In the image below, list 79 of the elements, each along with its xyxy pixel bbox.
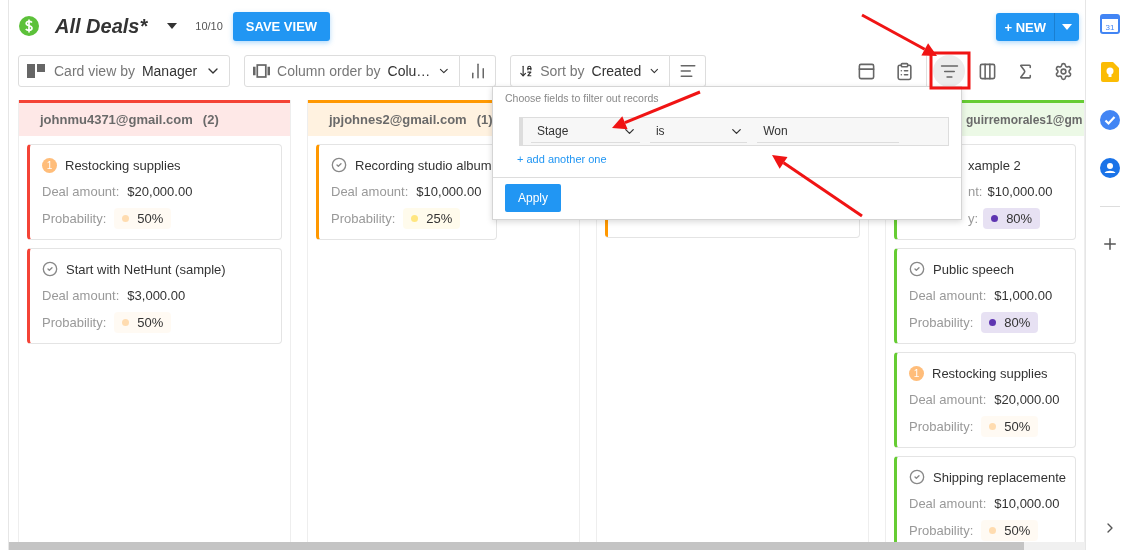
deal-title: xample 2 — [968, 157, 1021, 173]
column-count: (2) — [202, 112, 219, 127]
column-title: jpjohnes2@gmail.com — [329, 112, 467, 127]
operator-select[interactable]: is — [649, 120, 748, 143]
calendar-day: 31 — [1105, 22, 1115, 32]
count-badge: 1 — [909, 365, 924, 381]
probability-tag: 50% — [981, 520, 1039, 541]
field-label: Probability: — [331, 211, 396, 226]
filter-hint: Choose fields to filter out records — [505, 92, 659, 104]
deal-amount: $10,000.00 — [987, 183, 1053, 199]
field-label: Deal amount: — [909, 495, 987, 511]
field-label: Deal amount: — [42, 183, 120, 199]
deal-amount: $20,000.00 — [127, 183, 193, 199]
deal-card[interactable]: Start with NetHunt (sample) Deal amount: $3,000.00 Probability: 50% — [27, 248, 282, 344]
probability-tag: 50% — [114, 312, 172, 333]
sort-direction-button[interactable] — [670, 55, 706, 87]
field-label: Probability: — [42, 315, 107, 330]
deal-amount: $3,000.00 — [127, 287, 186, 303]
check-circle-icon — [1100, 110, 1120, 130]
field-label: Deal amount: — [909, 391, 987, 407]
tasks-app-button[interactable] — [1100, 110, 1120, 130]
field-label: y: — [968, 211, 979, 226]
dollar-icon — [19, 16, 39, 36]
deal-title: Restocking supplies — [65, 157, 181, 173]
probability-tag: 80% — [983, 208, 1041, 229]
field-label: Probability: — [909, 523, 974, 538]
deal-card[interactable]: Recording studio album Deal amount: $10,000.00 Probability: 25% — [316, 144, 497, 240]
field-label: Deal amount: — [909, 287, 987, 303]
card-view-select[interactable]: Card view by Manager — [18, 55, 230, 87]
columns-icon — [977, 61, 997, 81]
column-order-select[interactable]: Column order by Colu… — [244, 55, 460, 87]
chart-button[interactable] — [460, 55, 496, 87]
person-icon — [1100, 158, 1120, 178]
deal-card[interactable]: Public speech Deal amount: $1,000.00 Probability: 80% — [894, 248, 1076, 344]
contacts-app-button[interactable] — [1100, 158, 1120, 178]
value-field[interactable]: Won — [757, 120, 899, 143]
field-label: Probability: — [909, 315, 974, 330]
filter-button[interactable] — [933, 55, 965, 87]
field-label: Probability: — [909, 419, 974, 434]
field-label: Probability: — [42, 211, 107, 226]
deal-card[interactable]: 1 Restocking supplies Deal amount: $20,000.00 Probability: 50% — [27, 144, 282, 240]
deal-amount: $10,000.00 — [416, 183, 482, 199]
column-count: (1) — [476, 112, 493, 127]
probability-tag: 80% — [981, 312, 1039, 333]
record-count: 10/10 — [195, 20, 223, 32]
settings-icon — [1053, 61, 1073, 81]
deal-title: Recording studio album — [355, 157, 492, 173]
sort-lines-icon — [678, 62, 697, 80]
deal-card[interactable]: 1 Restocking supplies Deal amount: $20,000.00 Probability: 50% — [894, 352, 1076, 448]
count-badge: 1 — [42, 157, 57, 173]
board-icon — [27, 63, 47, 79]
new-menu-button[interactable] — [1054, 13, 1079, 41]
calendar-app-button[interactable]: 31 — [1100, 14, 1120, 34]
columns-icon — [253, 63, 271, 79]
deal-title: Start with NetHunt (sample) — [66, 261, 226, 277]
caret-icon — [1062, 24, 1072, 30]
lightbulb-icon — [1101, 62, 1119, 82]
horizontal-scrollbar[interactable] — [9, 542, 1085, 550]
deal-amount: $1,000.00 — [994, 287, 1053, 303]
deal-amount: $20,000.00 — [994, 391, 1060, 407]
probability-tag: 25% — [403, 208, 461, 229]
add-icon[interactable] — [1101, 235, 1119, 253]
deal-title: Public speech — [933, 261, 1014, 277]
field-label: nt: — [968, 183, 983, 199]
column-title: guirremorales1@gm — [966, 112, 1083, 127]
deal-amount: $10,000.00 — [994, 495, 1060, 511]
highlight-frame — [929, 51, 971, 90]
caret-icon[interactable] — [167, 23, 178, 29]
deal-title: Shipping replacemente — [933, 469, 1066, 485]
column-title: johnmu4371@gmail.com — [40, 112, 193, 127]
deal-card[interactable]: Shipping replacemente Deal amount: $10,000.00 Probability: 50% — [894, 456, 1076, 542]
field-label: Deal amount: — [42, 287, 120, 303]
deal-title: Restocking supplies — [932, 365, 1048, 381]
clipboard-icon — [894, 61, 914, 81]
field-label: Deal amount: — [331, 183, 409, 199]
layout-icon — [856, 61, 876, 81]
view-title: All Deals* — [55, 14, 148, 38]
probability-tag: 50% — [981, 416, 1039, 437]
probability-tag: 50% — [114, 208, 172, 229]
